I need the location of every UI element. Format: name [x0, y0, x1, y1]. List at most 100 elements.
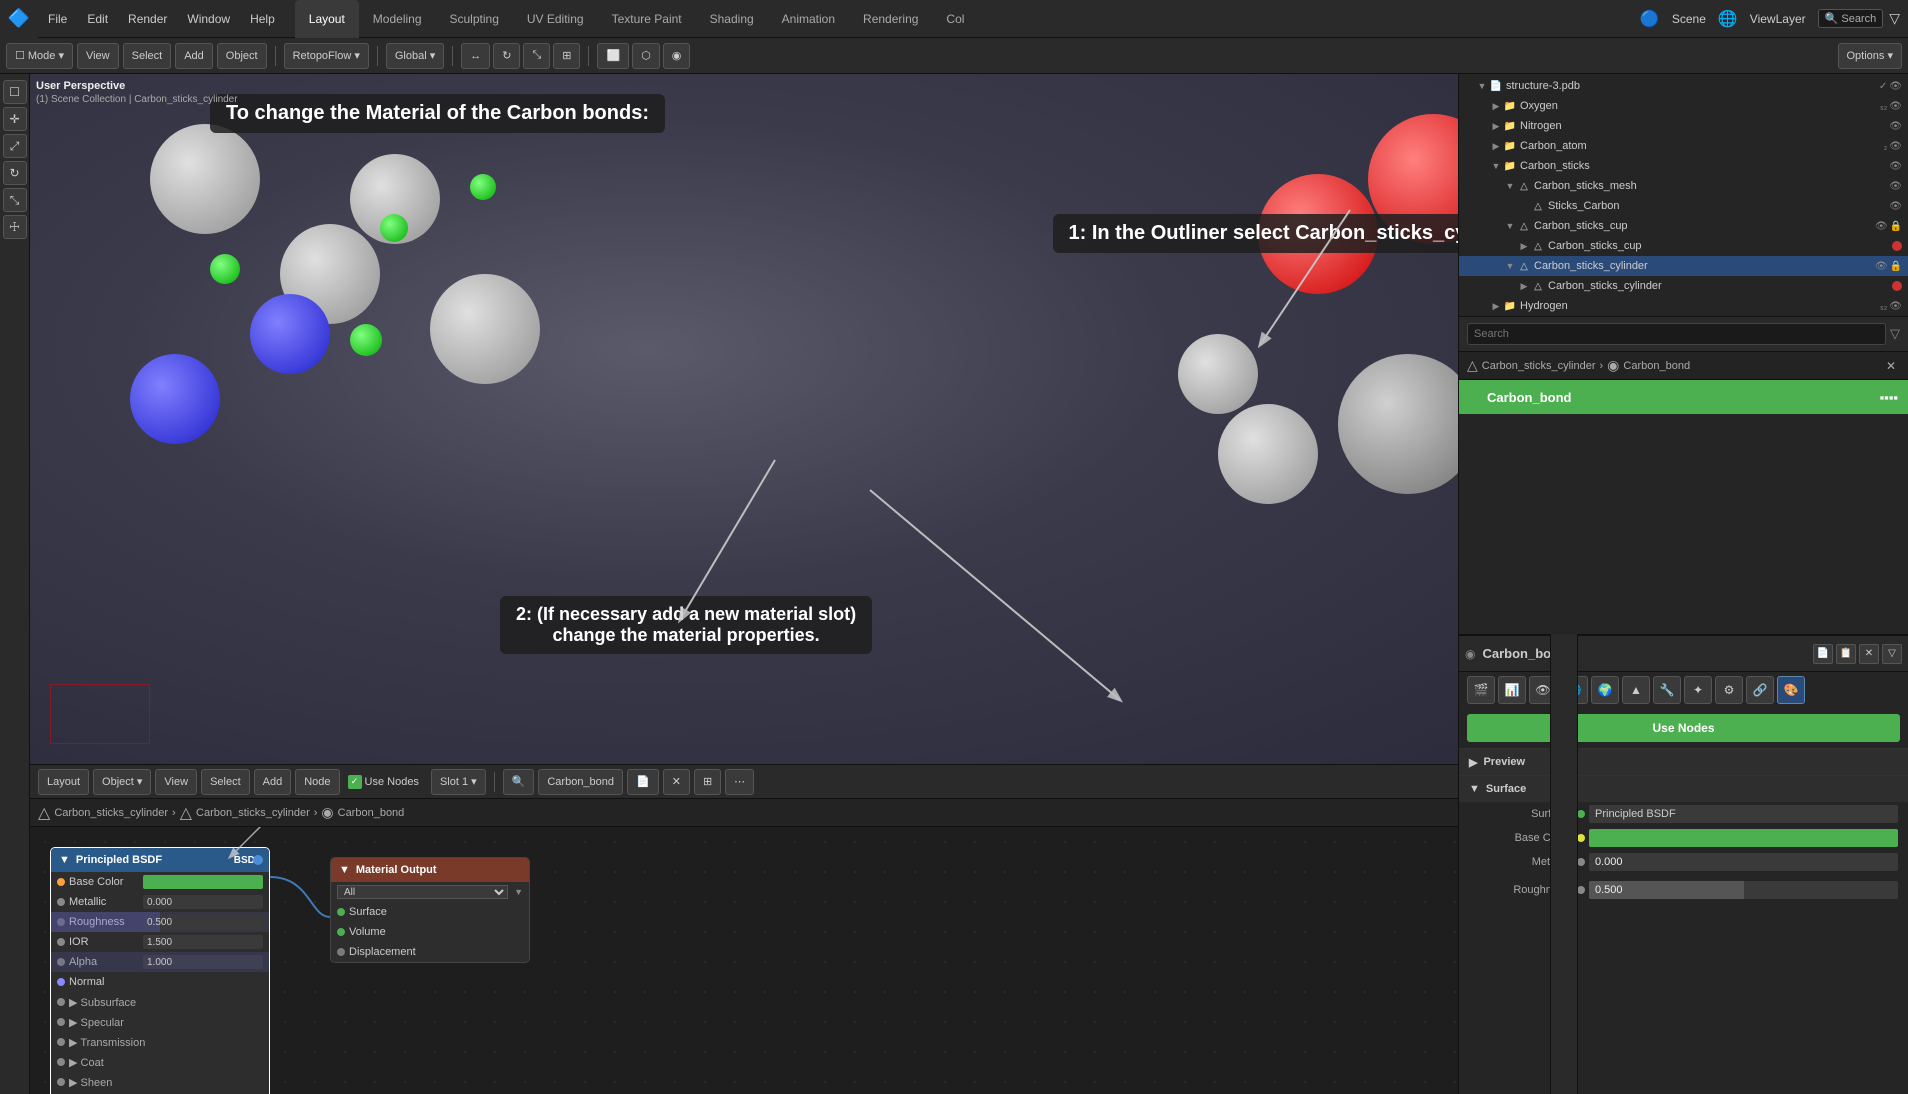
cscup-p-lock[interactable]: 🔒: [1890, 221, 1902, 232]
sc-arrow[interactable]: [1517, 199, 1531, 213]
wireframe-btn[interactable]: ⬜: [597, 43, 629, 69]
carbon-sticks-item[interactable]: ▼ 📁 Carbon_sticks 👁: [1459, 156, 1908, 176]
menu-file[interactable]: File: [38, 0, 77, 38]
tab-texture-paint[interactable]: Texture Paint: [598, 0, 696, 38]
props-paste-btn[interactable]: 📋: [1836, 644, 1856, 664]
catom-vis[interactable]: 👁: [1889, 141, 1902, 152]
node-menu-btn[interactable]: Node: [295, 769, 339, 795]
structure-pdb-item[interactable]: ▼ 📄 structure-3.pdb ✓ 👁: [1459, 76, 1908, 96]
render-icon[interactable]: 🔵: [1640, 9, 1660, 29]
oxy-vis[interactable]: 👁: [1889, 101, 1902, 112]
cs-cup-child-item[interactable]: ▶ △ Carbon_sticks_cup: [1459, 236, 1908, 256]
surface-section-header[interactable]: ▼ Surface: [1459, 776, 1908, 802]
bsdf-alpha-val[interactable]: 1.000: [143, 955, 263, 969]
struct-arrow[interactable]: ▼: [1475, 79, 1489, 93]
props-tab-world[interactable]: 🌍: [1591, 676, 1619, 704]
sc-vis[interactable]: 👁: [1889, 201, 1902, 212]
props-tab-particles[interactable]: ✦: [1684, 676, 1712, 704]
menu-help[interactable]: Help: [240, 0, 285, 38]
struct-check[interactable]: ✓: [1879, 81, 1887, 92]
cs-cyl-child-item[interactable]: ▶ △ Carbon_sticks_cylinder: [1459, 276, 1908, 296]
props-unlink-btn[interactable]: ✕: [1859, 644, 1879, 664]
use-nodes-button[interactable]: Use Nodes: [1467, 714, 1900, 742]
carbon-atom-item[interactable]: ▶ 📁 Carbon_atom ₂ 👁: [1459, 136, 1908, 156]
material-unlink-btn[interactable]: ✕: [663, 769, 690, 795]
props-copy-btn[interactable]: 📄: [1813, 644, 1833, 664]
oxygen-arrow[interactable]: ▶: [1489, 99, 1503, 113]
metallic-bar[interactable]: 0.000: [1589, 853, 1898, 871]
hydrogen-arrow[interactable]: ▶: [1489, 299, 1503, 313]
node-editor-type[interactable]: Layout: [38, 769, 89, 795]
tab-shading[interactable]: Shading: [696, 0, 768, 38]
output-collapse-icon[interactable]: ▼: [339, 864, 350, 876]
bsdf-roughness-val[interactable]: 0.500: [143, 915, 263, 929]
node-view-btn[interactable]: View: [155, 769, 197, 795]
props-tab-object[interactable]: ▲: [1622, 676, 1650, 704]
material-name-field[interactable]: Carbon_bond: [538, 769, 623, 795]
bsdf-base-color-swatch[interactable]: [143, 875, 263, 889]
cscup-parent-arrow[interactable]: ▼: [1503, 219, 1517, 233]
cursor-tool[interactable]: ✛: [3, 107, 27, 131]
nitrogen-arrow[interactable]: ▶: [1489, 119, 1503, 133]
csmesh-arrow[interactable]: ▼: [1503, 179, 1517, 193]
cscyl-p-hide[interactable]: 👁: [1875, 261, 1888, 272]
slot-dropdown[interactable]: Slot 1 ▾: [431, 769, 486, 795]
options-btn[interactable]: Options ▾: [1838, 43, 1903, 69]
scene-icon[interactable]: 🌐: [1718, 9, 1738, 29]
mode-dropdown[interactable]: ☐ Mode ▾: [6, 43, 73, 69]
nitrogen-item[interactable]: ▶ 📁 Nitrogen 👁: [1459, 116, 1908, 136]
cscyl-parent-arrow[interactable]: ▼: [1503, 259, 1517, 273]
bsdf-selector-btn[interactable]: Principled BSDF: [1589, 805, 1898, 823]
output-target-select[interactable]: All Cycles EEVEE: [337, 885, 508, 899]
cs-cup-parent-item[interactable]: ▼ △ Carbon_sticks_cup 👁 🔒: [1459, 216, 1908, 236]
props-tab-modifier[interactable]: 🔧: [1653, 676, 1681, 704]
base-color-swatch[interactable]: [1589, 829, 1898, 847]
transform-3d-tool[interactable]: ☩: [3, 215, 27, 239]
cs-mesh-item[interactable]: ▼ △ Carbon_sticks_mesh 👁: [1459, 176, 1908, 196]
props-tab-constraints[interactable]: 🔗: [1746, 676, 1774, 704]
node-canvas[interactable]: ▼ Principled BSDF BSDF Base Color Metall…: [30, 827, 1578, 1094]
outliner-search-input-2[interactable]: [1467, 323, 1886, 345]
scale-3d-tool[interactable]: ⤡: [3, 188, 27, 212]
move-3d-tool[interactable]: ⤢: [3, 134, 27, 158]
scale-tool[interactable]: ⤡: [523, 43, 550, 69]
csmesh-vis[interactable]: 👁: [1889, 181, 1902, 192]
tab-rendering[interactable]: Rendering: [849, 0, 932, 38]
select-box-tool[interactable]: ☐: [3, 80, 27, 104]
node-add-btn[interactable]: Add: [254, 769, 292, 795]
bsdf-specular-row[interactable]: ▶ Specular: [51, 1012, 269, 1032]
menu-render[interactable]: Render: [118, 0, 177, 38]
tab-layout[interactable]: Layout: [295, 0, 359, 38]
search-top[interactable]: 🔍 Search: [1818, 9, 1884, 28]
outliner-filter-btn-2[interactable]: ▽: [1890, 326, 1900, 342]
menu-edit[interactable]: Edit: [77, 0, 118, 38]
filter-icon-top[interactable]: ▽: [1889, 10, 1900, 27]
props-tab-material[interactable]: 🎨: [1777, 676, 1805, 704]
add-btn[interactable]: Add: [175, 43, 213, 69]
preview-section-header[interactable]: ▶ Preview: [1459, 749, 1908, 775]
hydrogen-item[interactable]: ▶ 📁 Hydrogen ₅₂ 👁: [1459, 296, 1908, 316]
cscup-p-hide[interactable]: 👁: [1875, 221, 1888, 232]
node-select-btn[interactable]: Select: [201, 769, 250, 795]
bsdf-sheen-row[interactable]: ▶ Sheen: [51, 1072, 269, 1092]
solid-btn[interactable]: ⬡: [632, 43, 660, 69]
nit-vis[interactable]: 👁: [1889, 121, 1902, 132]
bsdf-transmission-row[interactable]: ▶ Transmission: [51, 1032, 269, 1052]
roughness-prop-bar[interactable]: 0.500: [1589, 881, 1898, 899]
use-nodes-checkbox[interactable]: ✓: [348, 775, 362, 789]
hyd-vis[interactable]: 👁: [1889, 301, 1902, 312]
render-preview-btn[interactable]: ◉: [663, 43, 691, 69]
sticks-carbon-item[interactable]: △ Sticks_Carbon 👁: [1459, 196, 1908, 216]
oxygen-item[interactable]: ▶ 📁 Oxygen ₅₂ 👁: [1459, 96, 1908, 116]
struct-vis[interactable]: 👁: [1889, 81, 1902, 92]
select-btn[interactable]: Select: [123, 43, 172, 69]
retopoflow-btn[interactable]: RetopoFlow ▾: [284, 43, 369, 69]
cs-cyl-parent-item[interactable]: ▼ △ Carbon_sticks_cylinder 👁 🔒: [1459, 256, 1908, 276]
props-tab-render[interactable]: 🎬: [1467, 676, 1495, 704]
tab-col[interactable]: Col: [932, 0, 978, 38]
material-new-btn[interactable]: 📄: [627, 769, 659, 795]
material-browse-btn[interactable]: 🔍: [503, 769, 535, 795]
view-btn[interactable]: View: [77, 43, 119, 69]
cscup-child-arrow[interactable]: ▶: [1517, 239, 1531, 253]
cscyl-child-arrow[interactable]: ▶: [1517, 279, 1531, 293]
